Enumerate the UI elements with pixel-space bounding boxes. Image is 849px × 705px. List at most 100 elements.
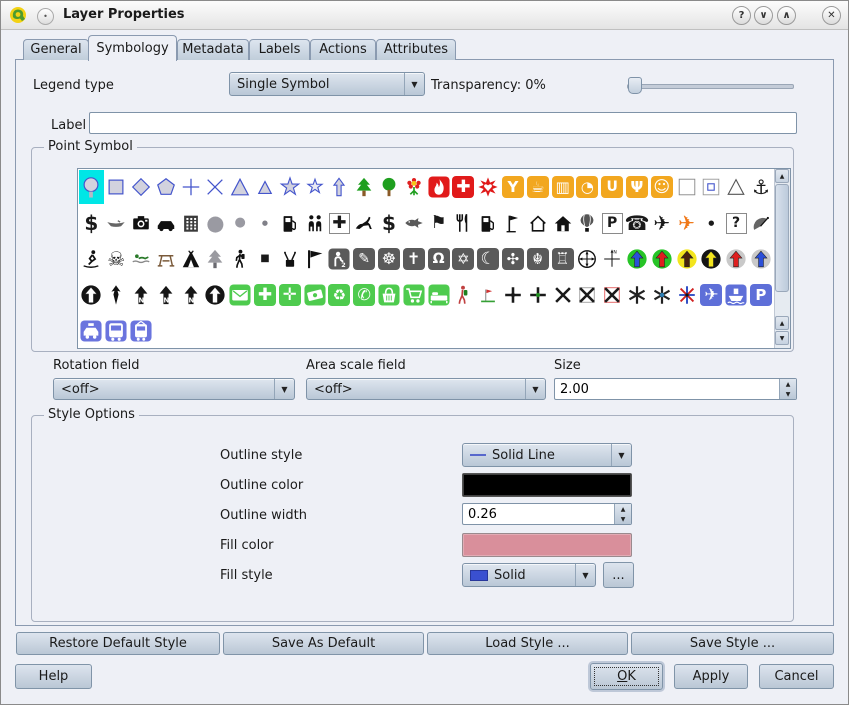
white-square-marker[interactable]: [674, 170, 699, 204]
rotation-field-combo[interactable]: <off> ▼: [53, 378, 295, 400]
window-close-button[interactable]: ✕: [822, 6, 841, 25]
pub-icon[interactable]: U: [600, 170, 625, 204]
apply-button[interactable]: Apply: [674, 664, 748, 689]
hospital-icon[interactable]: ✚: [327, 206, 352, 240]
spin-down-icon[interactable]: ▼: [780, 389, 796, 399]
green-cross-outline-icon[interactable]: ✛: [277, 278, 302, 312]
worship-icon[interactable]: 2: [327, 242, 352, 276]
cinema-icon[interactable]: ▥: [550, 170, 575, 204]
medium-circle-marker[interactable]: ●: [228, 206, 253, 240]
outline-style-combo[interactable]: Solid Line ▼: [462, 443, 632, 467]
teepee-icon[interactable]: [178, 242, 203, 276]
recycle-icon[interactable]: ♻: [327, 278, 352, 312]
harbor-icon[interactable]: [724, 278, 749, 312]
fill-color-button[interactable]: [462, 533, 632, 557]
arrow-gray-blue-icon[interactable]: [749, 242, 774, 276]
phone-green-icon[interactable]: ✆: [352, 278, 377, 312]
people-icon[interactable]: [302, 206, 327, 240]
gray-tree-icon[interactable]: [203, 242, 228, 276]
arrow-black-yellow-icon[interactable]: [699, 242, 724, 276]
house-outline-icon[interactable]: [525, 206, 550, 240]
scrollbar-thumb[interactable]: [775, 184, 789, 292]
symbol-scrollbar[interactable]: ▲ ▲ ▼: [774, 169, 790, 348]
x-bold-marker[interactable]: [550, 278, 575, 312]
arrow-circle-2-icon[interactable]: [203, 278, 228, 312]
picnic-table-icon[interactable]: [153, 242, 178, 276]
lodging-icon[interactable]: [426, 278, 451, 312]
house-icon[interactable]: [550, 206, 575, 240]
fuel-icon[interactable]: [277, 206, 302, 240]
tab-metadata[interactable]: Metadata: [177, 39, 249, 60]
airfield-icon[interactable]: ✈: [674, 206, 699, 240]
large-circle-marker[interactable]: ●: [203, 206, 228, 240]
deer-icon[interactable]: [352, 206, 377, 240]
size-spin-buttons[interactable]: ▲ ▼: [779, 379, 796, 399]
small-blue-square-marker[interactable]: [699, 170, 724, 204]
fish-icon[interactable]: [401, 206, 426, 240]
cancel-button[interactable]: Cancel: [759, 664, 834, 689]
save-as-default-button[interactable]: Save As Default: [223, 632, 424, 655]
window-menu-button[interactable]: •: [37, 8, 54, 25]
tab-general[interactable]: General: [23, 39, 89, 60]
antenna-icon[interactable]: [277, 242, 302, 276]
window-help-button[interactable]: ?: [732, 6, 751, 25]
north-arrow-icon[interactable]: N: [129, 278, 154, 312]
tab-attributes[interactable]: Attributes: [376, 39, 456, 60]
tab-symbology[interactable]: Symbology: [88, 35, 177, 61]
star-marker[interactable]: [277, 170, 302, 204]
asterisk-marker[interactable]: [625, 278, 650, 312]
golf-flag-icon[interactable]: ⚑: [426, 206, 451, 240]
petroglyph-icon[interactable]: ✣: [501, 242, 526, 276]
pizzeria-icon[interactable]: ◔: [575, 170, 600, 204]
tiny-dot-marker[interactable]: ●: [699, 206, 724, 240]
scroll-up2-icon[interactable]: ▲: [775, 316, 789, 330]
khanda-icon[interactable]: ☬: [525, 242, 550, 276]
christian-cross-icon[interactable]: ✝: [401, 242, 426, 276]
pentagon-marker[interactable]: [153, 170, 178, 204]
compass-icon[interactable]: [575, 242, 600, 276]
north-cross-icon[interactable]: N: [600, 242, 625, 276]
green-cross-icon[interactable]: ✚: [253, 278, 278, 312]
arrow-gray-red-icon[interactable]: [724, 242, 749, 276]
scroll-down-icon[interactable]: ▼: [775, 331, 789, 345]
flower-icon[interactable]: [401, 170, 426, 204]
regular-star-marker[interactable]: [302, 170, 327, 204]
help-button[interactable]: Help: [15, 664, 92, 689]
cross-green-dot-icon[interactable]: [525, 278, 550, 312]
first-aid-icon[interactable]: ✚: [451, 170, 476, 204]
triangle-marker[interactable]: [228, 170, 253, 204]
x-square-marker[interactable]: [575, 278, 600, 312]
fuel-pump-icon[interactable]: [476, 206, 501, 240]
circle-marker[interactable]: [79, 170, 104, 204]
anchor-icon[interactable]: ⚓: [749, 170, 774, 204]
crescent-icon[interactable]: ☾: [476, 242, 501, 276]
golf-course-icon[interactable]: [501, 206, 526, 240]
taxi-icon[interactable]: [79, 314, 104, 348]
canoe-icon[interactable]: [104, 206, 129, 240]
skull-icon[interactable]: ☠: [104, 242, 129, 276]
outline-width-spin-buttons[interactable]: ▲ ▼: [614, 504, 631, 524]
restaurant-fork-icon[interactable]: [451, 206, 476, 240]
window-unshade-button[interactable]: ∧: [777, 6, 796, 25]
fire-icon[interactable]: [426, 170, 451, 204]
balloon-icon[interactable]: [575, 206, 600, 240]
small-black-square-marker[interactable]: ■: [253, 242, 278, 276]
load-style-button[interactable]: Load Style ...: [427, 632, 628, 655]
arrow-up-marker[interactable]: [327, 170, 352, 204]
arrow-black-circle-icon[interactable]: [79, 278, 104, 312]
asterisk-red-blue-marker[interactable]: [674, 278, 699, 312]
north-arrow-bold-icon[interactable]: N: [153, 278, 178, 312]
asterisk-blue-dot-marker[interactable]: [649, 278, 674, 312]
spin-down-icon[interactable]: ▼: [615, 514, 631, 524]
mail-icon[interactable]: [228, 278, 253, 312]
bar-icon[interactable]: Y: [501, 170, 526, 204]
cafe-icon[interactable]: ☕: [525, 170, 550, 204]
scroll-up-icon[interactable]: ▲: [775, 169, 789, 183]
deciduous-tree-icon[interactable]: [377, 170, 402, 204]
tab-actions[interactable]: Actions: [310, 39, 376, 60]
parking-icon[interactable]: P: [600, 206, 625, 240]
om-icon[interactable]: Ω: [426, 242, 451, 276]
camera-icon[interactable]: [129, 206, 154, 240]
arrow-yellow-brown-icon[interactable]: [674, 242, 699, 276]
spin-up-icon[interactable]: ▲: [615, 504, 631, 514]
